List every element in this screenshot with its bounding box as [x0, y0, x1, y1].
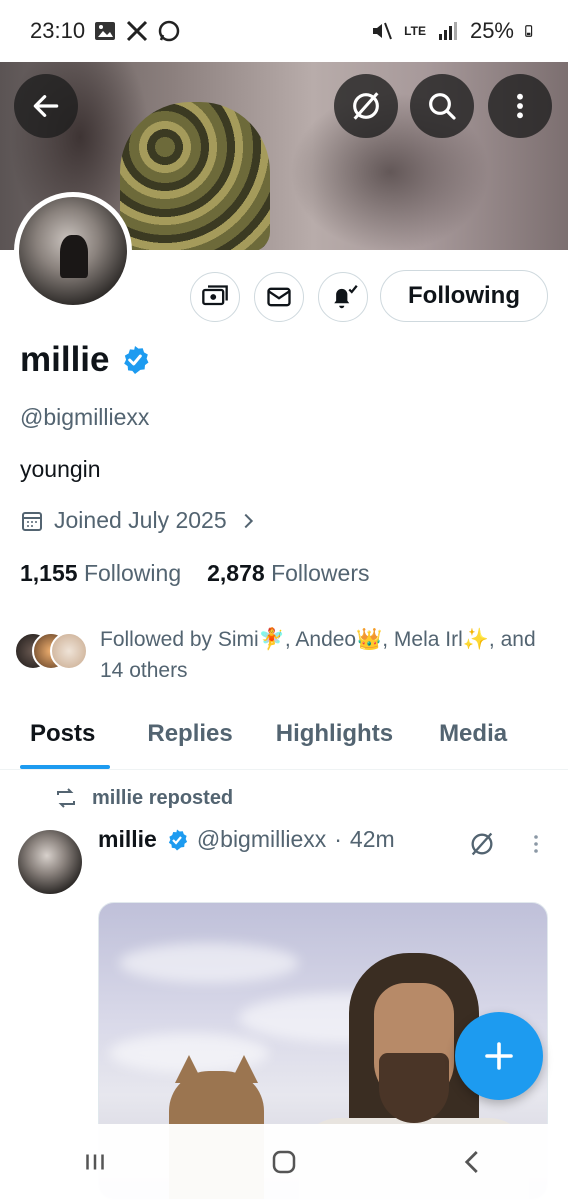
tab-posts[interactable]: Posts	[20, 700, 110, 769]
chevron-right-icon	[244, 513, 253, 528]
profile-name: millie	[20, 340, 110, 379]
following-button[interactable]: Following	[380, 270, 548, 322]
profile-handle: @bigmilliexx	[20, 404, 150, 430]
calendar-icon	[22, 511, 42, 531]
tab-media[interactable]: Media	[439, 700, 507, 769]
followers-stat[interactable]: 2,878 Followers	[207, 560, 369, 587]
banner-hoodie-figure	[120, 102, 270, 250]
notifications-button[interactable]	[318, 272, 368, 322]
followed-by-avatars	[14, 632, 90, 672]
x-icon	[127, 20, 148, 42]
money-icon	[202, 285, 228, 306]
follow-stats: 1,155 Following 2,878 Followers	[20, 560, 369, 587]
tab-highlights[interactable]: Highlights	[276, 700, 393, 769]
plus-icon	[485, 1042, 513, 1070]
post-author-name[interactable]: millie	[98, 826, 157, 853]
subscribe-button[interactable]	[190, 272, 240, 322]
home-button[interactable]	[254, 1132, 314, 1192]
post-grok-button[interactable]	[468, 830, 496, 863]
post-more-button[interactable]	[524, 830, 548, 863]
system-nav-bar	[0, 1124, 568, 1200]
following-stat[interactable]: 1,155 Following	[20, 560, 181, 587]
more-options-button[interactable]	[488, 74, 552, 138]
profile-name-row: millie	[20, 340, 151, 380]
more-vertical-icon	[534, 835, 538, 853]
compose-button[interactable]	[455, 1012, 543, 1100]
gallery-icon	[95, 22, 116, 40]
home-icon	[272, 1150, 296, 1174]
back-button[interactable]	[14, 74, 78, 138]
back-arrow-icon	[33, 95, 59, 117]
search-icon	[429, 93, 456, 120]
whatsapp-icon	[158, 20, 180, 42]
chevron-left-icon	[465, 1151, 479, 1173]
mute-icon	[373, 22, 393, 40]
post-header: millie @bigmilliexx · 42m	[98, 826, 395, 853]
joined-text: Joined July 2025	[54, 507, 227, 533]
post-separator: ·	[334, 826, 342, 852]
tab-replies[interactable]: Replies	[147, 700, 232, 769]
recents-button[interactable]	[65, 1132, 125, 1192]
post-author-avatar[interactable]	[18, 830, 82, 894]
profile-tabs: Posts Replies Highlights Media	[0, 700, 568, 770]
profile-bio: youngin	[20, 456, 101, 482]
status-time: 23:10	[30, 18, 86, 43]
repost-icon	[57, 788, 75, 808]
repost-indicator: millie reposted	[54, 786, 233, 810]
verified-badge-icon	[168, 829, 187, 850]
search-button[interactable]	[410, 74, 474, 138]
grok-icon	[353, 92, 379, 120]
signal-icon	[438, 22, 457, 40]
joined-date[interactable]: Joined July 2025	[20, 507, 259, 534]
network-type: LTE	[404, 23, 426, 38]
grok-icon	[471, 832, 493, 856]
post-time: 42m	[349, 826, 395, 852]
message-button[interactable]	[254, 272, 304, 322]
battery-percent: 25%	[469, 18, 514, 43]
avatar	[50, 632, 88, 670]
status-bar: 23:10 LTE 25%	[0, 0, 568, 62]
mail-icon	[267, 287, 291, 307]
followed-by-section[interactable]: Followed by Simi🧚, Andeo👑, Mela Irl✨, an…	[14, 624, 550, 686]
profile-avatar[interactable]	[14, 192, 132, 310]
back-nav-button[interactable]	[443, 1132, 503, 1192]
grok-button[interactable]	[334, 74, 398, 138]
more-vertical-icon	[517, 93, 523, 119]
followed-by-text: Followed by Simi🧚, Andeo👑, Mela Irl✨, an…	[100, 628, 536, 682]
post-author-handle[interactable]: @bigmilliexx	[197, 826, 326, 853]
verified-badge-icon[interactable]	[119, 344, 151, 376]
battery-icon	[525, 25, 533, 37]
bell-check-icon	[334, 285, 358, 309]
recents-icon	[85, 1154, 104, 1170]
